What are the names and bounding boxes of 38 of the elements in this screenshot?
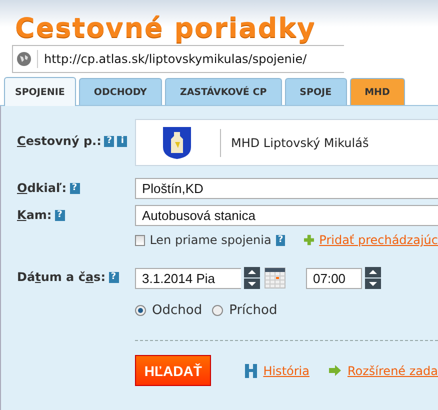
globe-icon	[17, 52, 31, 66]
help-icon[interactable]: ?	[70, 182, 80, 194]
date-field[interactable]: 3.1.2014 Pia	[135, 268, 241, 288]
help-icon[interactable]: ?	[54, 210, 65, 220]
info-icon[interactable]: i	[117, 136, 128, 146]
radio-label: Príchod	[229, 303, 278, 318]
time-field[interactable]: 07:00	[306, 268, 362, 288]
radio-button[interactable]	[135, 305, 146, 316]
field-label: Odkiaľ:	[17, 181, 67, 195]
radio-label: Odchod	[152, 303, 202, 318]
arrow-icon	[329, 365, 342, 376]
url-text: http://cp.atlas.sk/liptovskymikulas/spojenie/	[44, 52, 307, 66]
tab[interactable]: ZASTÁVKOVÉ CP	[164, 78, 282, 105]
coat-of-arms-icon	[163, 126, 191, 158]
help-icon[interactable]: ?	[108, 272, 118, 282]
tab[interactable]: MHD	[350, 78, 405, 105]
spin-buttons[interactable]	[244, 267, 260, 289]
from-field[interactable]: Ploštín,KD	[135, 178, 438, 199]
address-bar[interactable]: http://cp.atlas.sk/liptovskymikulas/spojenie/	[12, 45, 344, 73]
calendar-icon[interactable]	[264, 267, 286, 289]
timetable-name: MHD Liptovský Mikuláš	[231, 136, 369, 150]
checkbox-label: Len priame spojenia	[150, 233, 272, 247]
field-label: Cestovný p.:	[17, 134, 102, 148]
help-icon[interactable]: ?	[104, 136, 114, 146]
spin-buttons[interactable]	[365, 267, 381, 289]
timetable-selector[interactable]: MHD Liptovský Mikuláš	[135, 119, 438, 166]
field-label: Dátum a čas:	[17, 270, 106, 284]
tab[interactable]: SPOJE	[284, 78, 347, 105]
search-button[interactable]: HĽADAŤ	[135, 355, 212, 386]
help-icon[interactable]: ?	[276, 234, 285, 246]
plus-icon	[304, 234, 314, 246]
tab[interactable]: SPOJENIE	[4, 77, 76, 106]
field-label: Kam:	[17, 208, 52, 222]
to-field[interactable]: Autobusová stanica	[135, 205, 438, 226]
checkbox[interactable]	[135, 234, 145, 246]
radio-button[interactable]	[212, 305, 224, 316]
tab[interactable]: ODCHODY	[78, 78, 162, 105]
h-letter-icon	[245, 364, 258, 378]
